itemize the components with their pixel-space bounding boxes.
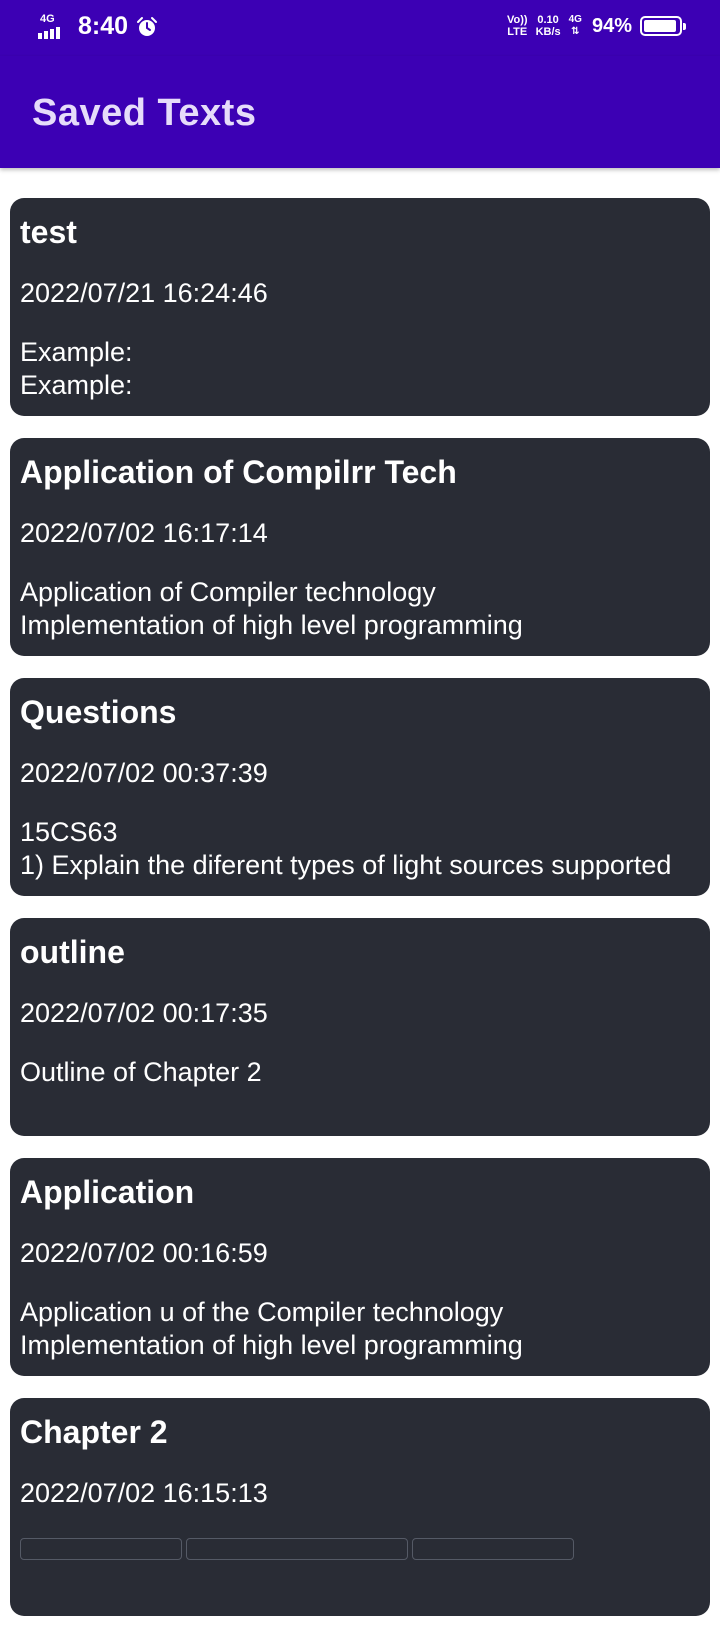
note-card[interactable]: outline 2022/07/02 00:17:35 Outline of Cha… bbox=[10, 918, 710, 1136]
note-timestamp: 2022/07/02 00:16:59 bbox=[20, 1238, 268, 1268]
note-timestamp: 2022/07/02 00:17:35 bbox=[20, 998, 268, 1028]
note-preview: Example: Example: bbox=[20, 337, 133, 400]
battery-icon bbox=[640, 16, 686, 36]
note-card[interactable]: test 2022/07/21 16:24:46 Example: Example: bbox=[10, 198, 710, 416]
note-title: outline bbox=[20, 934, 125, 970]
note-card[interactable]: Application of Compilrr Tech 2022/07/02 1… bbox=[10, 438, 710, 656]
page-title: Saved Texts bbox=[32, 92, 257, 134]
note-timestamp: 2022/07/02 00:37:39 bbox=[20, 758, 268, 788]
status-left: 4G 8:40 bbox=[38, 12, 158, 41]
speed-unit: KB/s bbox=[535, 26, 561, 38]
status-right: Vo)) LTE 0.10 KB/s 4G ⇅ 94% bbox=[507, 14, 686, 38]
battery-fill bbox=[644, 20, 676, 32]
note-preview: Application u of the Compiler technology… bbox=[20, 1297, 523, 1360]
preview-table-cell bbox=[186, 1538, 408, 1560]
note-title: Application bbox=[20, 1174, 195, 1210]
data-activity-icon: 4G ⇅ bbox=[569, 14, 582, 38]
note-title: Application of Compilrr Tech bbox=[20, 454, 457, 490]
network-speed: 0.10 KB/s bbox=[536, 14, 561, 38]
volte-indicator: Vo)) LTE bbox=[507, 14, 528, 38]
alarm-icon bbox=[137, 16, 158, 36]
volte-top-label: Vo)) bbox=[506, 14, 528, 26]
saved-texts-list[interactable]: test 2022/07/21 16:24:46 Example: Example:… bbox=[10, 198, 710, 1638]
note-title: test bbox=[20, 214, 77, 250]
battery-nub bbox=[683, 23, 686, 30]
note-timestamp: 2022/07/02 16:15:13 bbox=[20, 1478, 268, 1508]
note-preview: Outline of Chapter 2 bbox=[20, 1057, 262, 1087]
network-right-label: 4G bbox=[568, 14, 582, 25]
app-bar: Saved Texts bbox=[0, 56, 720, 168]
note-timestamp: 2022/07/21 16:24:46 bbox=[20, 278, 268, 308]
preview-table-cell bbox=[20, 1538, 182, 1560]
volte-bottom-label: LTE bbox=[507, 26, 528, 38]
note-title: Questions bbox=[20, 694, 177, 730]
note-preview-cut-off bbox=[20, 1538, 574, 1560]
note-card[interactable]: Chapter 2 2022/07/02 16:15:13 bbox=[10, 1398, 710, 1616]
clock-time: 8:40 bbox=[78, 12, 129, 40]
speed-value: 0.10 bbox=[537, 14, 559, 26]
signal-icon: 4G bbox=[38, 13, 72, 41]
note-title: Chapter 2 bbox=[20, 1414, 168, 1450]
note-card[interactable]: Questions 2022/07/02 00:37:39 15CS63 1) Ex… bbox=[10, 678, 710, 896]
battery-percent: 94% bbox=[591, 14, 632, 37]
note-preview: 15CS63 1) Explain the diferent types of … bbox=[20, 817, 672, 880]
note-preview: Application of Compiler technology Imple… bbox=[20, 577, 523, 640]
note-card[interactable]: Application 2022/07/02 00:16:59 Applicatio… bbox=[10, 1158, 710, 1376]
data-arrows-icon: ⇅ bbox=[571, 26, 580, 37]
status-bar: 4G 8:40 Vo)) LTE 0.10 KB/s 4G ⇅ 94% bbox=[0, 0, 720, 56]
network-type-label: 4G bbox=[40, 12, 55, 25]
preview-table-cell bbox=[412, 1538, 574, 1560]
note-timestamp: 2022/07/02 16:17:14 bbox=[20, 518, 268, 548]
